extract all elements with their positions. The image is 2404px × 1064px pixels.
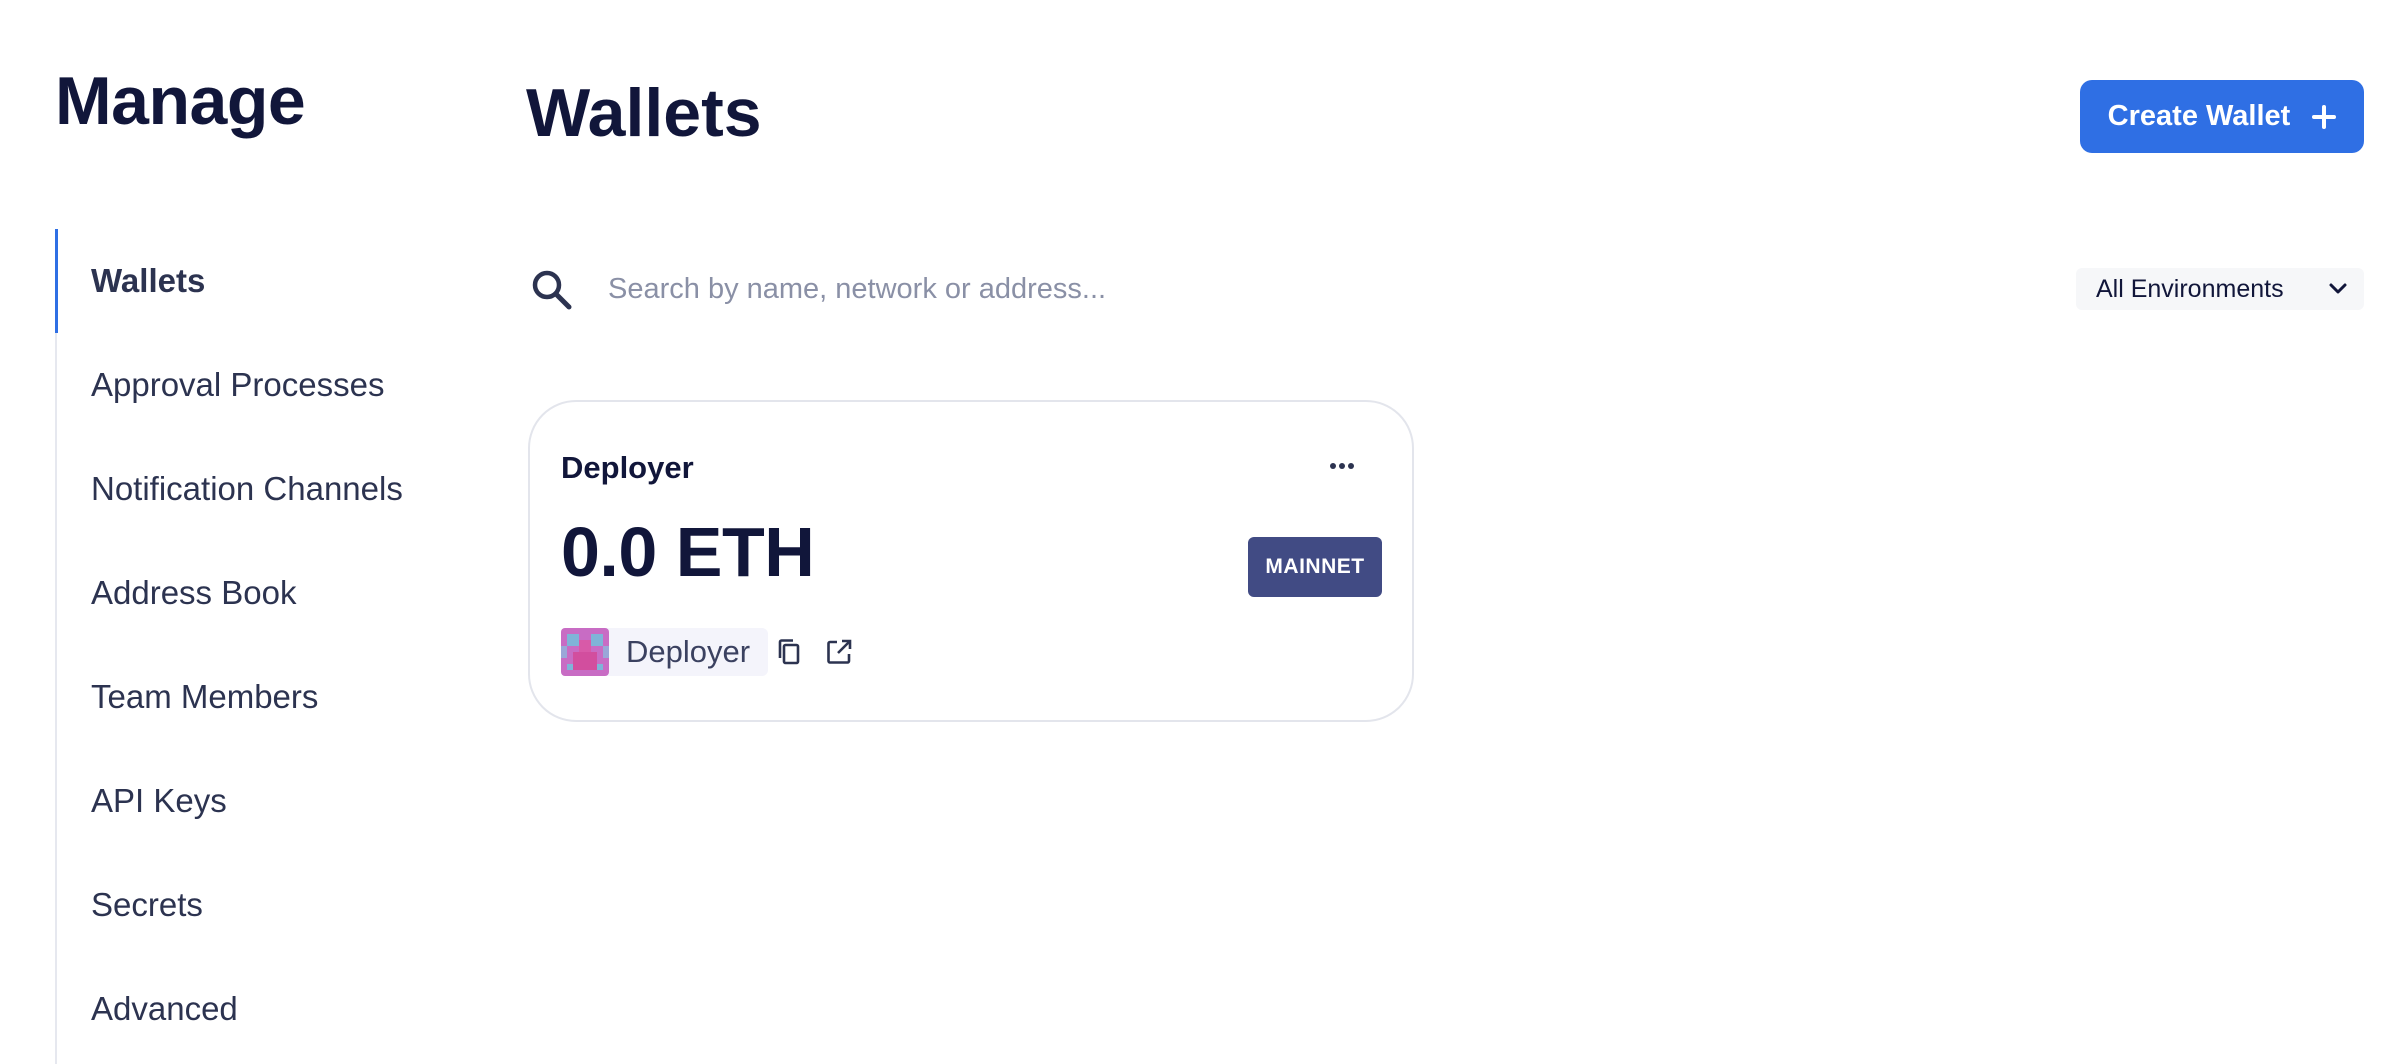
- plus-icon: [2312, 104, 2337, 129]
- sidebar-item-advanced[interactable]: Advanced: [57, 957, 485, 1061]
- address-pill: Deployer: [561, 628, 769, 676]
- sidebar-nav: Wallets Approval Processes Notification …: [55, 229, 485, 1064]
- more-dot: [1339, 463, 1345, 469]
- page-title: Wallets: [526, 75, 762, 151]
- sidebar-item-wallets[interactable]: Wallets: [55, 229, 485, 333]
- wallet-balance: 0.0 ETH: [561, 513, 815, 591]
- search-icon: [532, 270, 572, 310]
- identicon-avatar: [561, 628, 609, 676]
- chevron-down-icon: [2329, 283, 2347, 294]
- sidebar-item-secrets[interactable]: Secrets: [57, 853, 485, 957]
- external-link-icon[interactable]: [823, 636, 855, 668]
- environment-select[interactable]: All Environments: [2076, 268, 2364, 310]
- address-label: Deployer: [626, 634, 751, 669]
- copy-icon[interactable]: [774, 636, 806, 668]
- sidebar-item-address-book[interactable]: Address Book: [57, 541, 485, 645]
- more-dot: [1348, 463, 1354, 469]
- search-bar: All Environments: [526, 256, 2364, 322]
- environment-select-value: All Environments: [2096, 274, 2284, 303]
- network-badge: MAINNET: [1248, 537, 1382, 597]
- sidebar: Manage Wallets Approval Processes Notifi…: [55, 0, 485, 1064]
- sidebar-item-api-keys[interactable]: API Keys: [57, 749, 485, 853]
- create-wallet-button[interactable]: Create Wallet: [2080, 80, 2364, 153]
- more-options-button[interactable]: [1322, 452, 1362, 480]
- sidebar-item-notification-channels[interactable]: Notification Channels: [57, 437, 485, 541]
- sidebar-title: Manage: [55, 63, 306, 139]
- more-dot: [1330, 463, 1336, 469]
- create-wallet-label: Create Wallet: [2107, 100, 2291, 132]
- search-input[interactable]: [606, 264, 1506, 314]
- wallet-card[interactable]: Deployer 0.0 ETH MAINNET Deployer: [528, 400, 1414, 722]
- sidebar-item-team-members[interactable]: Team Members: [57, 645, 485, 749]
- wallet-name: Deployer: [561, 450, 694, 485]
- sidebar-item-approval-processes[interactable]: Approval Processes: [57, 333, 485, 437]
- main-content: Wallets Create Wallet All Environments D…: [526, 0, 2364, 1064]
